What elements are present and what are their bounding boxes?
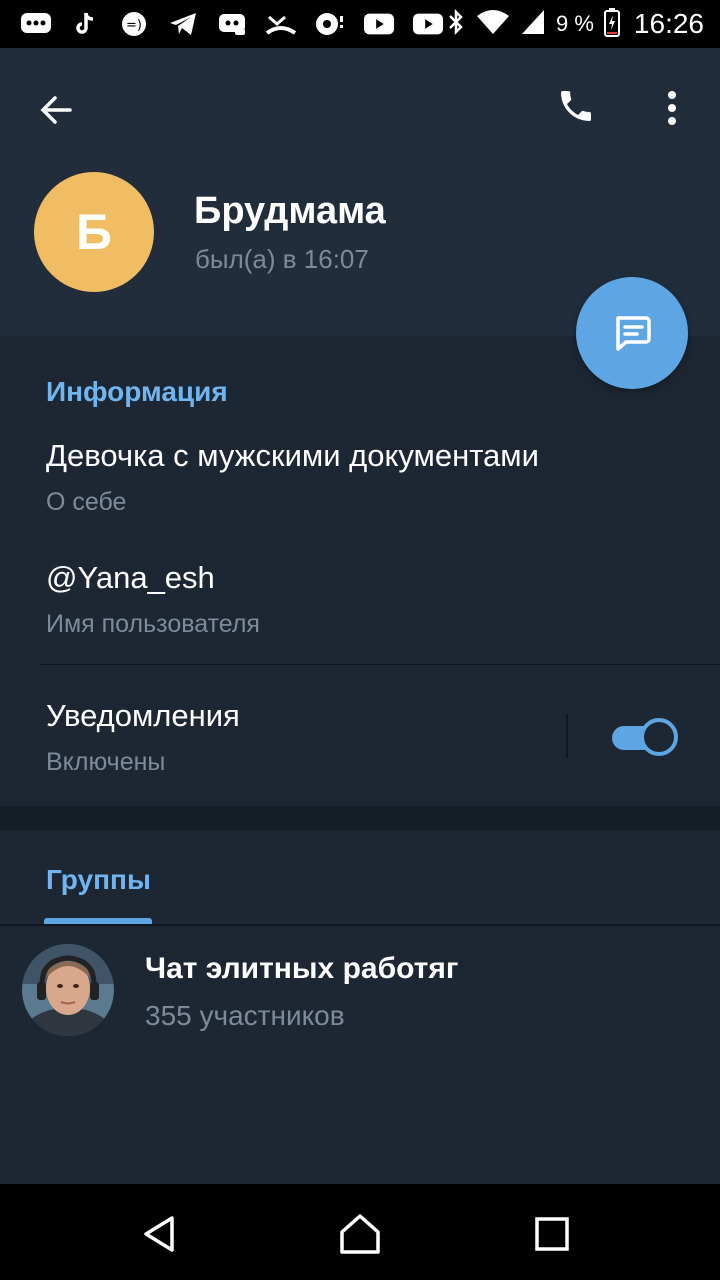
arrow-back-icon <box>40 96 72 124</box>
status-bar: =) 9 % 16:26 <box>0 0 720 48</box>
youtube-icon <box>412 9 444 39</box>
groups-section: Группы Чат элитных работяг 355 участнико… <box>0 830 720 1184</box>
battery-percent: 9 % <box>556 11 594 36</box>
send-message-button[interactable] <box>576 277 688 389</box>
nav-back-icon <box>144 1216 174 1252</box>
telegram-icon <box>167 9 199 39</box>
notifications-state: Включены <box>46 748 166 776</box>
svg-text:=): =) <box>126 18 142 33</box>
youtube-icon <box>363 9 395 39</box>
section-gap <box>0 806 720 830</box>
tab-divider <box>0 924 720 926</box>
nav-home-icon <box>340 1214 380 1254</box>
nav-recents-icon <box>535 1217 569 1251</box>
group-members-count: 355 участников <box>145 1000 345 1031</box>
bio-text: Девочка с мужскими документами <box>46 438 539 473</box>
battery-icon <box>603 7 620 42</box>
discord-icon <box>216 9 248 39</box>
info-section: Информация Девочка с мужскими документам… <box>0 338 720 806</box>
media-icon <box>314 9 346 39</box>
wifi-icon <box>476 8 510 41</box>
last-seen-status: был(а) в 16:07 <box>195 244 369 274</box>
tab-groups[interactable]: Группы <box>46 864 151 896</box>
more-vert-icon <box>668 91 676 125</box>
chat-bubble-icon <box>20 9 52 39</box>
username-text: @Yana_esh <box>46 560 215 595</box>
message-icon <box>616 316 651 351</box>
group-name: Чат элитных работяг <box>145 952 459 985</box>
username-label: Имя пользователя <box>46 610 260 638</box>
group-avatar <box>22 944 114 1036</box>
bio-label: О себе <box>46 488 127 516</box>
nav-home-button[interactable] <box>332 1206 388 1262</box>
missed-call-icon <box>265 9 297 39</box>
chat-face-icon: =) <box>118 9 150 39</box>
signal-icon <box>520 8 546 41</box>
info-section-title: Информация <box>46 376 228 407</box>
profile-name: Брудмама <box>194 190 386 232</box>
system-nav-bar <box>0 1184 720 1280</box>
list-item[interactable]: Чат элитных работяг 355 участников <box>0 938 720 1050</box>
tiktok-icon <box>69 9 101 39</box>
nav-back-button[interactable] <box>132 1206 188 1262</box>
notifications-label: Уведомления <box>46 698 240 733</box>
avatar[interactable]: Б <box>34 172 154 292</box>
more-options-button[interactable] <box>648 80 696 136</box>
toggle-knob <box>640 718 678 756</box>
notifications-toggle[interactable] <box>610 718 678 756</box>
bluetooth-icon <box>446 8 466 41</box>
nav-recents-button[interactable] <box>524 1206 580 1262</box>
phone-icon <box>561 91 591 121</box>
back-button[interactable] <box>30 84 82 136</box>
vertical-divider <box>566 714 568 758</box>
status-time: 16:26 <box>633 8 704 39</box>
divider <box>40 664 720 665</box>
call-button[interactable] <box>548 78 604 134</box>
